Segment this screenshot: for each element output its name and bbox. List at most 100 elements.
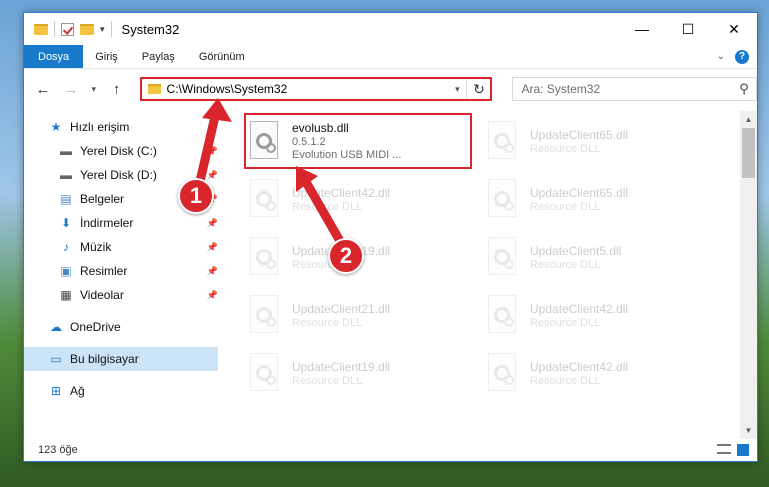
- address-path[interactable]: C:\Windows\System32: [167, 82, 449, 96]
- explorer-window: ▾ System32 — ☐ ✕ Dosya Giriş Paylaş Görü…: [23, 12, 758, 462]
- file-item[interactable]: UpdateClient42.dll Resource DLL: [484, 287, 712, 343]
- step-badge-2: 2: [328, 238, 364, 274]
- navigation-pane[interactable]: ★ Hızlı erişim ▬ Yerel Disk (C:) 📌 ▬ Yer…: [24, 111, 218, 439]
- tab-share[interactable]: Paylaş: [130, 45, 187, 68]
- step-badge-1: 1: [178, 178, 214, 214]
- recent-locations-icon[interactable]: ▾: [88, 78, 100, 100]
- file-name: UpdateClient5.dll: [530, 243, 622, 258]
- file-item[interactable]: UpdateClient19.dllResource DLL: [246, 345, 474, 401]
- file-item[interactable]: UpdateClient42.dll Resource DLL: [484, 345, 712, 401]
- sidebar-item-quick-access[interactable]: ★ Hızlı erişim: [24, 115, 218, 139]
- search-placeholder[interactable]: Ara: System32: [521, 82, 732, 96]
- download-icon: ⬇: [60, 216, 72, 230]
- help-icon[interactable]: ?: [735, 49, 749, 64]
- file-name: UpdateClient42.dll: [292, 185, 391, 200]
- file-description: Resource DLL: [292, 200, 363, 213]
- forward-button[interactable]: →: [60, 78, 82, 100]
- file-version: 0.5.1.2: [292, 136, 326, 148]
- scroll-up-icon[interactable]: ▲: [740, 111, 757, 128]
- drive-icon: ▬: [60, 144, 72, 158]
- pictures-icon: ▣: [60, 264, 72, 278]
- scroll-down-icon[interactable]: ▼: [740, 422, 757, 439]
- sidebar-item-network[interactable]: ⊞ Ağ: [24, 379, 218, 403]
- file-item[interactable]: UpdateClient65.dll Resource DLL: [484, 113, 712, 169]
- ribbon-tabs: Dosya Giriş Paylaş Görünüm ⌄ ?: [24, 45, 757, 69]
- search-input[interactable]: Ara: System32 ⚲: [512, 77, 757, 101]
- details-view-icon[interactable]: [717, 444, 731, 454]
- dll-file-icon: [484, 119, 520, 163]
- star-icon: ★: [50, 120, 62, 134]
- sidebar-item-drive-c[interactable]: ▬ Yerel Disk (C:) 📌: [24, 139, 218, 163]
- sidebar-item-label: OneDrive: [70, 320, 121, 334]
- sidebar-item-label: Belgeler: [80, 192, 125, 206]
- file-description: Resource DLL: [530, 316, 601, 329]
- file-name: UpdateClient19.dll: [292, 359, 391, 374]
- new-folder-icon[interactable]: [80, 23, 94, 35]
- file-description: Resource DLL: [530, 142, 601, 155]
- file-item-evolusb[interactable]: evolusb.dll 0.5.1.2 Evolution USB MIDI .…: [244, 113, 472, 169]
- dll-file-icon: [246, 177, 282, 221]
- sidebar-item-downloads[interactable]: ⬇ İndirmeler 📌: [24, 211, 218, 235]
- sidebar-item-this-pc[interactable]: ▭ Bu bilgisayar: [24, 347, 218, 371]
- close-button[interactable]: ✕: [711, 13, 757, 45]
- address-dropdown-icon[interactable]: ▾: [448, 84, 466, 95]
- file-item[interactable]: UpdateClient5.dll Resource DLL: [484, 229, 712, 285]
- cloud-icon: ☁: [50, 320, 62, 334]
- file-description: Resource DLL: [530, 200, 601, 213]
- tab-file[interactable]: Dosya: [24, 45, 84, 68]
- tiles-view-icon[interactable]: [737, 444, 749, 456]
- dll-file-icon: [484, 177, 520, 221]
- navigation-bar: ← → ▾ ↑ C:\Windows\System32 ▾ ↻ Ara: Sys…: [24, 69, 757, 109]
- file-name: UpdateClient42.dll: [530, 301, 629, 316]
- sidebar-item-label: Yerel Disk (D:): [80, 168, 157, 182]
- file-name: UpdateClient65.dll: [530, 127, 629, 142]
- scrollbar-thumb[interactable]: [742, 128, 755, 178]
- dll-file-icon: [484, 235, 520, 279]
- file-description: Resource DLL: [530, 258, 601, 271]
- sidebar-item-pictures[interactable]: ▣ Resimler 📌: [24, 259, 218, 283]
- tab-home[interactable]: Giriş: [83, 45, 130, 68]
- back-button[interactable]: ←: [32, 78, 54, 100]
- file-description: Evolution USB MIDI ...: [292, 149, 402, 161]
- toolbar-separator: [110, 21, 112, 37]
- sidebar-item-label: Hızlı erişim: [70, 120, 130, 134]
- sidebar-item-onedrive[interactable]: ☁ OneDrive: [24, 315, 218, 339]
- sidebar-item-label: Müzik: [80, 240, 112, 254]
- customize-dropdown-icon[interactable]: ▾: [100, 24, 105, 35]
- up-button[interactable]: ↑: [106, 78, 128, 100]
- file-list[interactable]: evolusb.dll 0.5.1.2 Evolution USB MIDI .…: [218, 111, 757, 439]
- computer-icon: ▭: [50, 352, 62, 366]
- dll-file-icon: [246, 235, 282, 279]
- pin-icon: 📌: [206, 169, 218, 180]
- address-bar[interactable]: C:\Windows\System32 ▾ ↻: [139, 77, 493, 101]
- sidebar-item-videos[interactable]: ▦ Videolar 📌: [24, 283, 218, 307]
- documents-icon: ▤: [60, 192, 72, 206]
- tab-view[interactable]: Görünüm: [187, 45, 257, 68]
- sidebar-item-label: İndirmeler: [80, 216, 134, 230]
- file-name: UpdateClient65.dll: [530, 185, 629, 200]
- folder-icon: [147, 84, 161, 94]
- maximize-button[interactable]: ☐: [665, 13, 711, 45]
- refresh-icon[interactable]: ↻: [466, 79, 490, 99]
- sidebar-item-label: Resimler: [80, 264, 128, 278]
- window-title: System32: [121, 21, 180, 37]
- file-name: UpdateClient21.dll: [292, 301, 391, 316]
- file-name: UpdateClient42.dll: [530, 359, 629, 374]
- file-item[interactable]: UpdateClient42.dll Resource DLL: [246, 171, 474, 227]
- file-item[interactable]: UpdateClient21.dll Resource DLL: [246, 287, 474, 343]
- drive-icon: ▬: [60, 168, 72, 182]
- vertical-scrollbar[interactable]: ▲ ▼: [740, 111, 757, 439]
- search-icon[interactable]: ⚲: [732, 81, 756, 97]
- quick-access-toolbar: ▾: [24, 21, 112, 37]
- minimize-button[interactable]: —: [619, 13, 665, 45]
- expand-ribbon-icon[interactable]: ⌄: [717, 51, 725, 62]
- item-count: 123 öğe: [38, 444, 78, 456]
- toolbar-separator: [54, 21, 55, 37]
- file-item[interactable]: UpdateClient65.dll Resource DLL: [484, 171, 712, 227]
- sidebar-item-label: Bu bilgisayar: [70, 352, 139, 366]
- music-icon: ♪: [63, 240, 69, 254]
- pin-icon: 📌: [206, 265, 218, 276]
- file-name: evolusb.dll: [292, 121, 349, 135]
- sidebar-item-music[interactable]: ♪ Müzik 📌: [24, 235, 218, 259]
- properties-icon[interactable]: [61, 22, 74, 36]
